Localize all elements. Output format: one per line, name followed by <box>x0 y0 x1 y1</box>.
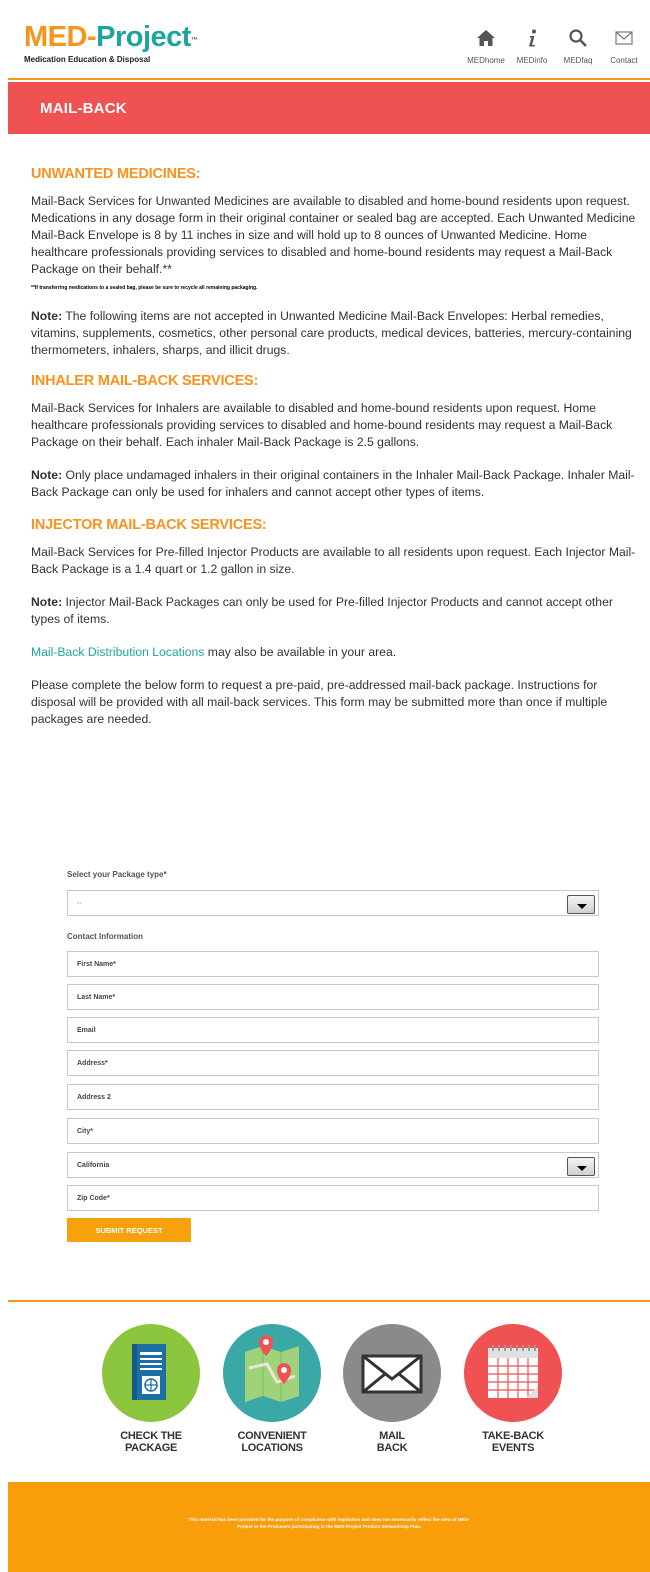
nav-label: MEDhome <box>467 56 505 65</box>
note-text: Only place undamaged inhalers in their o… <box>31 468 635 499</box>
mail-back-link[interactable]: MAIL BACK <box>342 1324 442 1454</box>
search-icon <box>569 29 587 47</box>
nav-label: Contact <box>610 56 638 65</box>
state-value: California <box>77 1161 110 1169</box>
site-header: MED-Project™ Medication Education & Disp… <box>8 0 650 80</box>
info-icon <box>529 29 536 47</box>
inhaler-body: Mail-Back Services for Inhalers are avai… <box>31 401 613 449</box>
calendar-icon <box>464 1324 562 1422</box>
form-instructions: Please complete the below form to reques… <box>31 678 608 726</box>
page-title: MAIL-BACK <box>40 100 127 117</box>
envelope-icon <box>343 1324 441 1422</box>
injector-body: Mail-Back Services for Pre-filled Inject… <box>31 545 636 576</box>
cta-label: CONVENIENT LOCATIONS <box>237 1430 307 1454</box>
note-text: Injector Mail-Back Packages can only be … <box>31 595 613 626</box>
first-name-field[interactable]: First Name* <box>67 951 599 977</box>
package-type-label: Select your Package type* <box>67 870 167 879</box>
nav-item-medfaq[interactable]: MEDfaq <box>558 28 598 65</box>
cta-label: TAKE-BACK EVENTS <box>482 1430 544 1454</box>
cta-label: MAIL BACK <box>376 1430 408 1454</box>
unwanted-medicines-heading: UNWANTED MEDICINES: <box>31 166 201 182</box>
distribution-rest: may also be available in your area. <box>204 645 397 659</box>
contact-information-label: Contact Information <box>67 932 143 941</box>
chevron-down-icon[interactable] <box>567 1157 595 1176</box>
map-icon <box>223 1324 321 1422</box>
package-type-value: -- <box>77 899 82 907</box>
note-label: Note: <box>31 309 63 323</box>
email-field[interactable]: Email <box>67 1017 599 1043</box>
city-field[interactable]: City* <box>67 1118 599 1144</box>
site-logo[interactable]: MED-Project™ Medication Education & Disp… <box>24 21 198 64</box>
first-name-placeholder: First Name* <box>77 960 116 968</box>
check-the-package-link[interactable]: CHECK THE PACKAGE <box>101 1324 201 1454</box>
convenient-locations-link[interactable]: CONVENIENT LOCATIONS <box>222 1324 322 1454</box>
note-label: Note: <box>31 595 63 609</box>
nav-label: MEDfaq <box>563 56 593 65</box>
city-placeholder: City* <box>77 1127 93 1135</box>
zip-code-placeholder: Zip Code* <box>77 1194 110 1202</box>
last-name-placeholder: Last Name* <box>77 993 116 1001</box>
page-banner: MAIL-BACK <box>8 82 650 134</box>
site-footer: This material has been provided for the … <box>8 1482 650 1572</box>
submit-request-button[interactable]: SUBMIT REQUEST <box>67 1218 191 1242</box>
injector-heading: INJECTOR MAIL-BACK SERVICES: <box>31 517 267 533</box>
main-content: UNWANTED MEDICINES: Mail-Back Services f… <box>31 166 636 744</box>
inhaler-note: Note: Only place undamaged inhalers in t… <box>31 467 636 501</box>
distribution-text: Mail-Back Distribution Locations may als… <box>31 644 636 661</box>
injector-note: Note: Injector Mail-Back Packages can on… <box>31 594 636 628</box>
email-placeholder: Email <box>77 1026 96 1034</box>
chevron-down-icon[interactable] <box>567 895 595 914</box>
state-select[interactable]: California <box>67 1152 599 1178</box>
logo-title: MED-Project™ <box>24 21 198 53</box>
section-divider <box>8 1300 650 1302</box>
home-icon <box>477 30 495 46</box>
nav-item-medinfo[interactable]: MEDinfo <box>512 28 552 65</box>
mail-icon <box>615 31 633 45</box>
address2-field[interactable]: Address 2 <box>67 1084 599 1110</box>
nav-item-contact[interactable]: Contact <box>604 28 644 65</box>
nav-item-medhome[interactable]: MEDhome <box>466 28 506 65</box>
logo-subtitle: Medication Education & Disposal <box>24 55 151 64</box>
nav-label: MEDinfo <box>516 56 548 65</box>
package-icon <box>102 1324 200 1422</box>
inhaler-heading: INHALER MAIL-BACK SERVICES: <box>31 373 259 389</box>
note-text: The following items are not accepted in … <box>31 309 632 357</box>
package-type-select[interactable]: -- <box>67 890 599 916</box>
take-back-events-link[interactable]: TAKE-BACK EVENTS <box>463 1324 563 1454</box>
unwanted-note: Note: The following items are not accept… <box>31 308 636 359</box>
cta-label: CHECK THE PACKAGE <box>120 1430 182 1454</box>
unwanted-medicines-body: Mail-Back Services for Unwanted Medicine… <box>31 194 636 276</box>
address2-placeholder: Address 2 <box>77 1093 111 1101</box>
zip-code-field[interactable]: Zip Code* <box>67 1185 599 1211</box>
footer-disclaimer: This material has been provided for the … <box>188 1517 470 1529</box>
last-name-field[interactable]: Last Name* <box>67 984 599 1010</box>
address-placeholder: Address* <box>77 1059 108 1067</box>
address-field[interactable]: Address* <box>67 1050 599 1076</box>
unwanted-fine-print: **If transferring medications to a seale… <box>31 285 258 291</box>
note-label: Note: <box>31 468 63 482</box>
top-nav: MEDhome MEDinfo MEDfaq Contact <box>460 28 644 65</box>
distribution-locations-link[interactable]: Mail-Back Distribution Locations <box>31 645 204 659</box>
